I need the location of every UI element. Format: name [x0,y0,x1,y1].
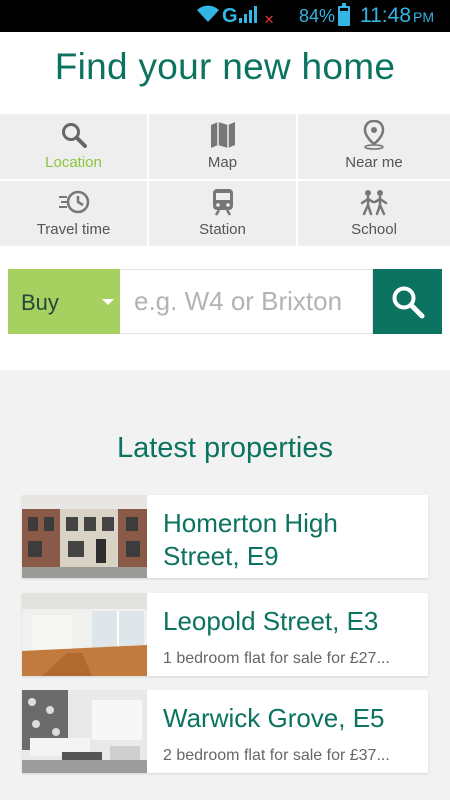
wifi-icon [196,5,220,28]
tab-label: Near me [345,154,403,171]
property-title: Leopold Street, E3 [163,606,379,636]
map-icon [149,120,296,150]
tab-school[interactable]: School [298,181,450,246]
section-title: Latest properties [116,432,333,464]
status-bar: G ✕ 84% 11:48 PM [0,0,450,32]
property-title: Homerton High Street, E9 [163,508,338,571]
chevron-down-icon [102,299,114,305]
property-card[interactable]: Homerton High Street, E9 [22,495,428,578]
search-mode-grid: Location Map Near me Travel time Station… [0,114,450,246]
tab-near-me[interactable]: Near me [298,114,450,179]
page-title: Find your new home [54,46,396,87]
clock: 11:48 PM [360,4,434,27]
transaction-type-value: Buy [21,290,59,315]
train-icon [149,187,296,217]
property-photo [22,690,147,773]
tab-label: Location [45,154,102,171]
children-icon [298,187,450,217]
tab-station[interactable]: Station [149,181,296,246]
property-card[interactable]: Leopold Street, E3 1 bedroom flat for sa… [22,593,428,676]
battery-percent: 84% [299,6,336,26]
tab-label: Travel time [36,221,111,238]
search-icon [0,120,147,150]
signal-icon [238,4,258,29]
tab-label: Map [207,154,238,171]
tab-label: Station [199,221,246,238]
header: Find your new home [0,32,450,114]
search-button[interactable] [373,269,442,334]
no-signal-icon: ✕ [263,12,275,27]
tab-map[interactable]: Map [149,114,296,179]
battery-icon [338,3,350,26]
transaction-type-select[interactable]: Buy [8,269,120,334]
property-photo [22,495,147,578]
tab-location[interactable]: Location [0,114,147,179]
property-description: 2 bedroom flat for sale for £37... [163,747,390,764]
property-photo [22,593,147,676]
property-title: Warwick Grove, E5 [163,703,385,733]
search-icon [392,286,424,318]
search-area: Buy [0,246,450,370]
search-input[interactable] [120,269,373,334]
tab-label: School [351,221,397,238]
clock-icon [0,187,147,217]
location-pin-icon [298,120,450,150]
tab-travel-time[interactable]: Travel time [0,181,147,246]
property-description: 1 bedroom flat for sale for £27... [163,650,390,667]
network-type: G [222,4,238,27]
property-card[interactable]: Warwick Grove, E5 2 bedroom flat for sal… [22,690,428,773]
